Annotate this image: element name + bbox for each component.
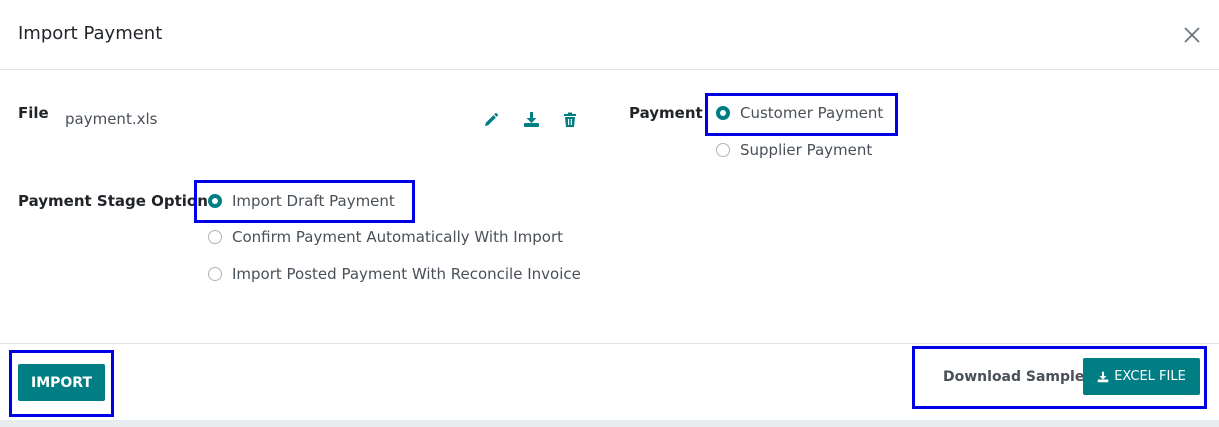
radio-confirm-payment-automatically[interactable]: Confirm Payment Automatically With Impor… (208, 228, 563, 246)
highlight-box (912, 346, 1207, 409)
highlight-box (9, 350, 114, 417)
file-label: File (18, 104, 49, 122)
radio-label: Confirm Payment Automatically With Impor… (232, 228, 564, 246)
radio-button[interactable] (716, 143, 730, 157)
highlight-box (194, 180, 415, 223)
file-name: payment.xls (65, 110, 158, 128)
close-icon[interactable] (1180, 23, 1204, 47)
radio-label: Import Posted Payment With Reconcile Inv… (232, 265, 581, 283)
highlight-box (705, 93, 898, 136)
dialog-title: Import Payment (18, 23, 163, 44)
trash-icon[interactable] (563, 112, 581, 130)
dialog-header: Import Payment (0, 0, 1219, 70)
download-icon[interactable] (523, 111, 541, 129)
payment-stage-label: Payment Stage Option (18, 192, 208, 210)
import-payment-dialog: Import Payment File payment.xls Payment … (0, 0, 1219, 427)
radio-import-posted-payment[interactable]: Import Posted Payment With Reconcile Inv… (208, 265, 581, 283)
payment-label: Payment (629, 104, 703, 122)
radio-button[interactable] (208, 230, 222, 244)
background-strip (0, 420, 1219, 427)
radio-label: Supplier Payment (740, 141, 873, 159)
radio-button[interactable] (208, 267, 222, 281)
edit-icon[interactable] (483, 112, 501, 130)
radio-supplier-payment[interactable]: Supplier Payment (716, 141, 872, 159)
